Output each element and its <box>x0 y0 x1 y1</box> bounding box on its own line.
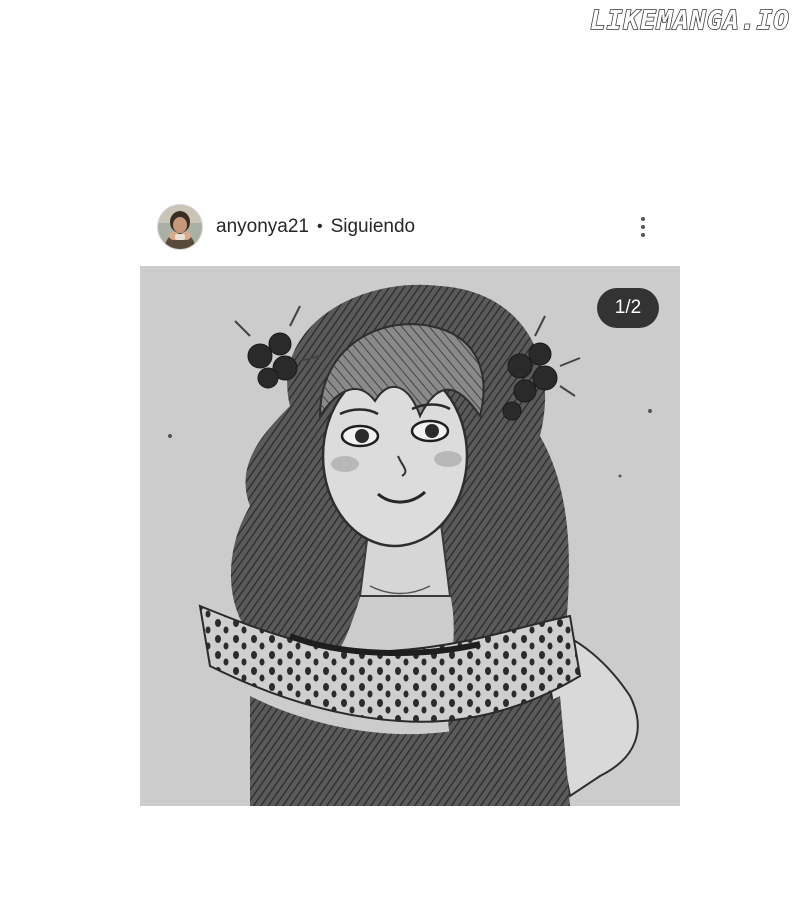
more-options-button[interactable] <box>628 212 658 242</box>
more-vertical-icon <box>641 217 645 221</box>
more-vertical-icon <box>641 233 645 237</box>
avatar[interactable] <box>157 204 203 250</box>
avatar-photo <box>158 205 202 249</box>
username-link[interactable]: anyonya21 <box>216 216 309 238</box>
more-vertical-icon <box>641 225 645 229</box>
site-watermark: LIKEMANGA.IO <box>589 5 790 37</box>
user-line: anyonya21 • Siguiendo <box>216 216 415 238</box>
sketch-drawing <box>140 266 680 806</box>
image-counter-badge: 1/2 <box>597 288 659 328</box>
post-header: anyonya21 • Siguiendo <box>157 204 657 250</box>
separator-dot: • <box>316 218 323 235</box>
post-image[interactable] <box>140 266 680 806</box>
follow-status-button[interactable]: Siguiendo <box>331 216 416 238</box>
